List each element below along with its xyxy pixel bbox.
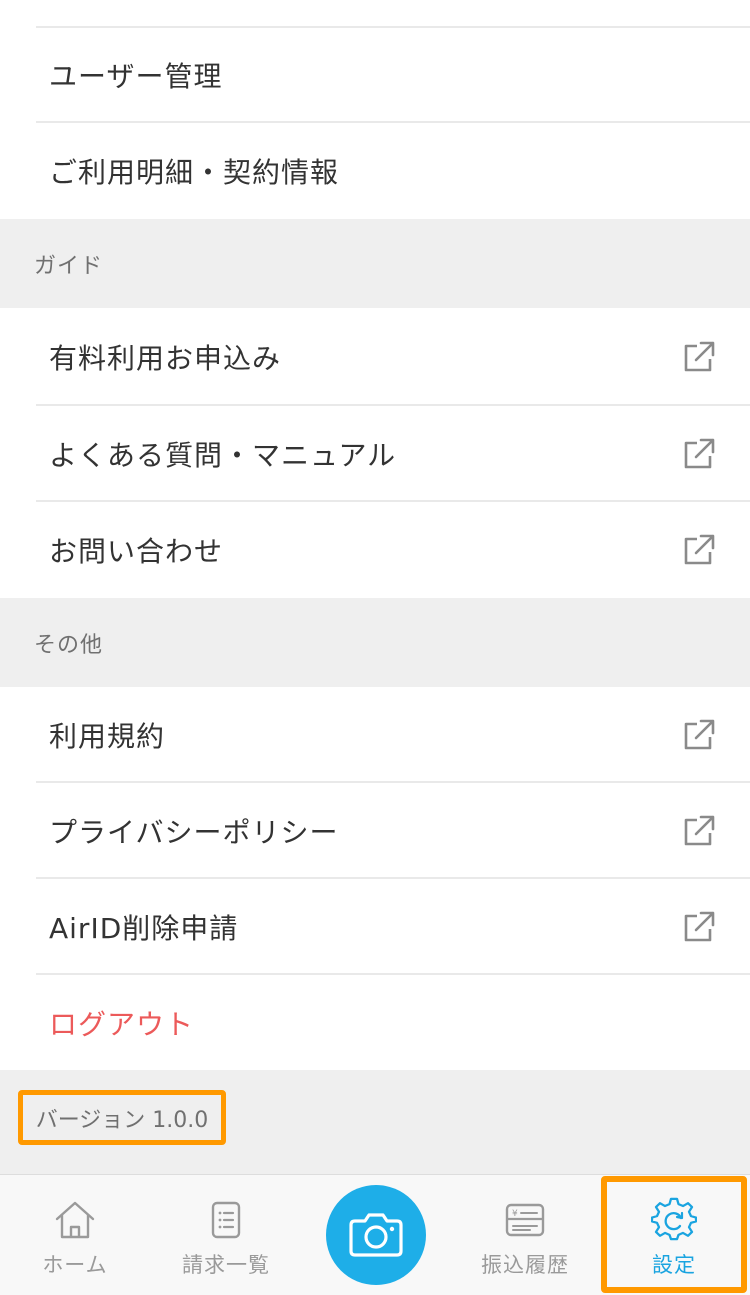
logout-button[interactable]: ログアウト [0,975,750,1070]
menu-item-label: AirID削除申請 [49,912,239,945]
camera-button[interactable] [326,1185,426,1285]
transfer-history-icon: ¥ [505,1203,545,1237]
tab-invoice-list[interactable]: 請求一覧 [170,1175,282,1295]
menu-item-contact[interactable]: お問い合わせ [0,502,750,598]
menu-item-faq-manual[interactable]: よくある質問・マニュアル [0,406,750,502]
svg-text:¥: ¥ [512,1209,518,1219]
version-label: バージョン 1.0.0 [18,1090,226,1145]
menu-item-user-management[interactable]: ユーザー管理 [0,0,750,123]
menu-item-label: お問い合わせ [49,535,224,568]
home-icon [55,1201,95,1239]
menu-item-label: 有料利用お申込み [49,342,282,375]
tab-transfer-history[interactable]: ¥ 振込履歴 [470,1175,580,1295]
section-title: その他 [34,632,104,658]
tab-home[interactable]: ホーム [28,1175,122,1295]
settings-screen: ユーザー管理 ご利用明細・契約情報 ガイド 有料利用お申込み よくある質問・マニ… [0,0,750,1295]
menu-item-label: ご利用明細・契約情報 [49,156,340,189]
external-link-icon [684,341,715,372]
settings-tab-highlight [601,1176,747,1293]
camera-icon [349,1213,403,1257]
menu-item-privacy-policy[interactable]: プライバシーポリシー [0,783,750,879]
external-link-icon [684,719,715,750]
menu-item-airid-deletion[interactable]: AirID削除申請 [0,879,750,975]
external-link-icon [684,815,715,846]
section-header-guide: ガイド [0,219,750,308]
external-link-icon [684,534,715,565]
document-list-icon [211,1201,241,1239]
external-link-icon [684,911,715,942]
menu-item-label: 利用規約 [49,720,166,753]
section-title: ガイド [34,253,104,279]
logout-label: ログアウト [49,1007,195,1041]
menu-item-terms-of-use[interactable]: 利用規約 [0,687,750,783]
section-header-other: その他 [0,598,750,687]
external-link-icon [684,438,715,469]
menu-item-label: プライバシーポリシー [49,816,339,849]
menu-item-paid-plan-application[interactable]: 有料利用お申込み [0,308,750,406]
tab-label: 請求一覧 [182,1253,270,1277]
tab-label: 振込履歴 [481,1253,569,1277]
tab-label: ホーム [42,1253,108,1277]
menu-item-label: ユーザー管理 [49,59,223,93]
menu-item-billing-contract[interactable]: ご利用明細・契約情報 [0,123,750,219]
menu-item-label: よくある質問・マニュアル [49,439,397,472]
